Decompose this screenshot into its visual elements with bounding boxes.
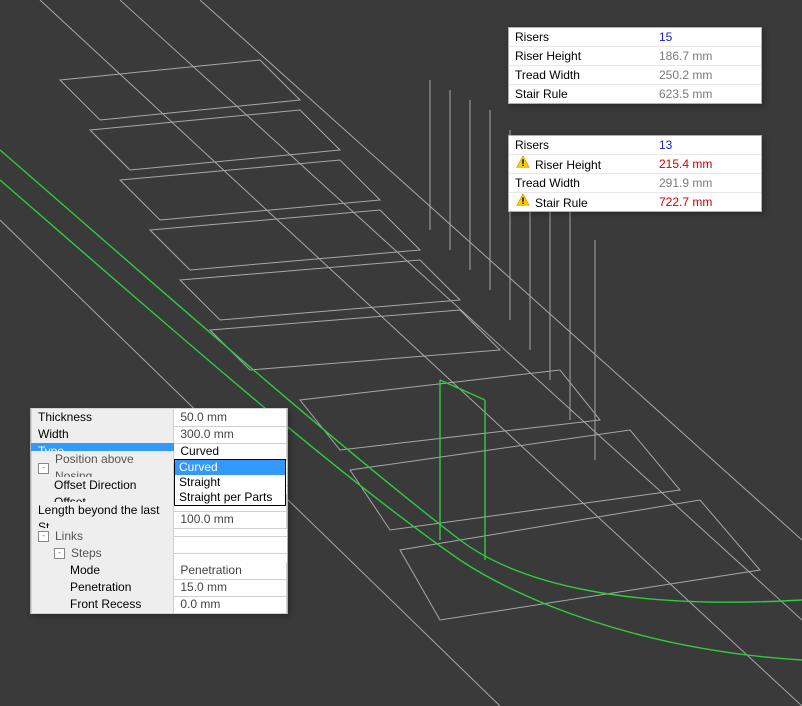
info-label-text: Tread Width [515, 68, 580, 82]
info-label-text: Stair Rule [515, 87, 568, 101]
info-label: Risers [515, 136, 659, 154]
dropdown-option[interactable]: Straight [175, 475, 285, 490]
property-value-cell[interactable]: 15.0 mm [174, 579, 287, 597]
collapse-icon[interactable]: - [38, 463, 49, 474]
stair-info-panel-valid: Risers 15 Riser Height 186.7 mm Tread Width 2… [508, 27, 762, 104]
info-value: 13 [659, 136, 755, 154]
property-row[interactable]: Front Recess 0.0 mm [31, 596, 287, 613]
property-row[interactable]: Penetration 15.0 mm [31, 579, 287, 596]
info-value: 15 [659, 28, 755, 46]
info-row: Riser Height 186.7 mm [509, 47, 761, 66]
collapse-icon[interactable]: - [54, 548, 65, 559]
info-value: 722.7 mm [659, 193, 755, 211]
info-value: 250.2 mm [659, 66, 755, 84]
info-value: 186.7 mm [659, 47, 755, 65]
property-label: Mode [70, 562, 100, 579]
property-label: Width [38, 426, 69, 443]
property-label-cell: Width [31, 426, 174, 444]
collapse-icon[interactable]: - [38, 531, 49, 542]
property-label: Penetration [70, 579, 131, 596]
stair-info-panel-warning: Risers 13 Riser Height 215.4 mm Tread Width 2… [508, 135, 762, 212]
dropdown-option[interactable]: Straight per Parts [175, 490, 285, 505]
info-row: Stair Rule 722.7 mm [509, 193, 761, 211]
info-label: Risers [515, 28, 659, 46]
info-label-text: Risers [515, 138, 549, 152]
info-label-text: Riser Height [535, 158, 601, 172]
property-label: Steps [71, 545, 102, 562]
info-row: Riser Height 215.4 mm [509, 155, 761, 174]
info-value: 215.4 mm [659, 155, 755, 173]
property-group-header[interactable]: -Steps [31, 545, 287, 562]
property-label: Front Recess [70, 596, 141, 613]
property-row[interactable]: Length beyond the last St...100.0 mm [31, 511, 287, 528]
type-dropdown-list[interactable]: CurvedStraightStraight per Parts [174, 459, 286, 506]
property-label: Links [55, 528, 83, 545]
info-row: Stair Rule 623.5 mm [509, 85, 761, 103]
info-label: Tread Width [515, 174, 659, 192]
info-label-text: Tread Width [515, 176, 580, 190]
property-value-cell[interactable]: 0.0 mm [174, 596, 287, 614]
property-label-cell: Penetration [31, 579, 174, 597]
info-row: Risers 15 [509, 28, 761, 47]
property-label-cell: Thickness [31, 408, 174, 427]
info-label-text: Riser Height [515, 49, 581, 63]
info-label-text: Risers [515, 30, 549, 44]
property-value-cell[interactable]: 100.0 mm [174, 511, 287, 529]
property-row[interactable]: Width 300.0 mm [31, 426, 287, 443]
info-label: Stair Rule [515, 192, 659, 212]
property-value-cell[interactable]: Penetration [174, 562, 287, 580]
property-label-cell: Front Recess [31, 596, 174, 614]
property-group-header[interactable]: -Links [31, 528, 287, 545]
property-row[interactable]: Thickness 50.0 mm [31, 409, 287, 426]
info-label: Riser Height [515, 47, 659, 65]
info-label: Tread Width [515, 66, 659, 84]
warning-icon [515, 192, 531, 208]
property-label-cell: -Links [31, 528, 174, 546]
property-value-cell[interactable] [174, 536, 287, 537]
info-row: Tread Width 250.2 mm [509, 66, 761, 85]
info-row: Risers 13 [509, 136, 761, 155]
property-label-cell: Mode [31, 562, 174, 580]
handrail-properties-panel[interactable]: Thickness50.0 mmWidth300.0 mmTypeCurved-… [30, 408, 288, 614]
info-label-text: Stair Rule [535, 196, 588, 210]
property-label-cell: Offset Direction [31, 477, 174, 495]
property-label-cell: -Steps [31, 545, 174, 563]
info-label: Stair Rule [515, 85, 659, 103]
property-label: Thickness [38, 409, 92, 426]
property-value-cell[interactable]: 300.0 mm [174, 426, 287, 444]
warning-icon [515, 154, 531, 170]
dropdown-option[interactable]: Curved [175, 460, 285, 475]
property-row[interactable]: Mode Penetration [31, 562, 287, 579]
info-label: Riser Height [515, 154, 659, 174]
info-value: 291.9 mm [659, 174, 755, 192]
info-row: Tread Width 291.9 mm [509, 174, 761, 193]
property-value-cell[interactable] [174, 553, 287, 554]
property-value-cell[interactable]: 50.0 mm [174, 408, 287, 427]
property-label: Offset Direction [54, 477, 136, 494]
property-value-cell[interactable]: Curved [174, 443, 287, 461]
info-value: 623.5 mm [659, 85, 755, 103]
